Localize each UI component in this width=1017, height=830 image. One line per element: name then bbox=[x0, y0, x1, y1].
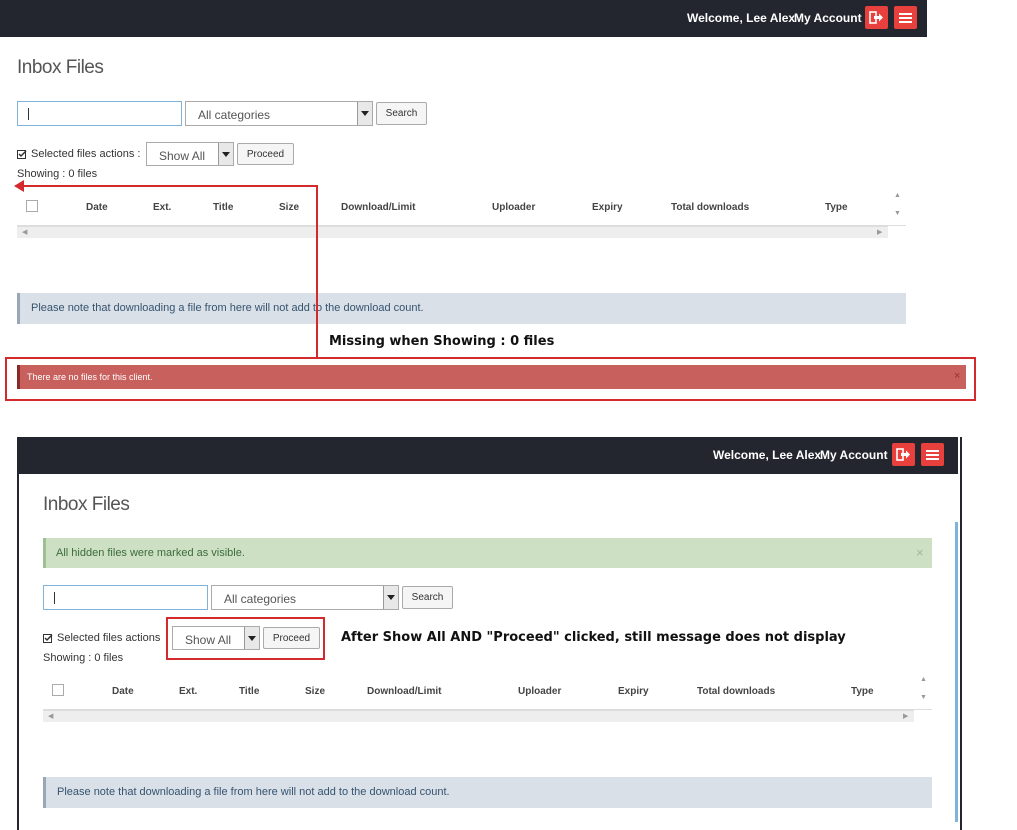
category-select[interactable]: All categories bbox=[211, 585, 399, 610]
annotation-after: After Show All AND "Proceed" clicked, st… bbox=[341, 630, 846, 645]
col-header[interactable]: Expiry bbox=[592, 202, 623, 213]
sign-out-icon bbox=[869, 11, 883, 24]
col-header[interactable]: Expiry bbox=[618, 686, 649, 697]
search-button[interactable]: Search bbox=[402, 586, 453, 609]
search-input[interactable] bbox=[43, 585, 208, 610]
showing-count: Showing : 0 files bbox=[17, 168, 98, 180]
download-note: Please note that downloading a file from… bbox=[17, 293, 906, 324]
scroll-down-icon[interactable]: ▼ bbox=[920, 694, 927, 701]
annotation-box-actions bbox=[166, 617, 325, 660]
select-all-checkbox[interactable] bbox=[26, 200, 38, 212]
scroll-right-icon[interactable]: ▶ bbox=[903, 712, 908, 720]
check-square-icon bbox=[43, 634, 53, 643]
sign-out-icon bbox=[896, 448, 910, 461]
annotation-missing: Missing when Showing : 0 files bbox=[329, 334, 555, 349]
col-header[interactable]: Title bbox=[239, 686, 259, 697]
horizontal-scrollbar[interactable]: ◀ ▶ bbox=[17, 226, 888, 238]
hamburger-menu-icon bbox=[926, 450, 939, 460]
col-header[interactable]: Download/Limit bbox=[367, 686, 441, 697]
col-header[interactable]: Uploader bbox=[492, 202, 535, 213]
col-header[interactable]: Ext. bbox=[179, 686, 197, 697]
scroll-right-icon[interactable]: ▶ bbox=[877, 228, 882, 236]
no-files-alert: There are no files for this client. × bbox=[17, 365, 966, 389]
col-header[interactable]: Title bbox=[213, 202, 233, 213]
col-header[interactable]: Size bbox=[279, 202, 299, 213]
col-header[interactable]: Date bbox=[86, 202, 108, 213]
col-header[interactable]: Ext. bbox=[153, 202, 171, 213]
welcome-text: Welcome, Lee Alex bbox=[687, 11, 796, 25]
download-note: Please note that downloading a file from… bbox=[43, 777, 932, 808]
scroll-left-icon[interactable]: ◀ bbox=[22, 228, 27, 236]
proceed-button[interactable]: Proceed bbox=[237, 143, 294, 165]
col-header[interactable]: Uploader bbox=[518, 686, 561, 697]
selected-actions-label: Selected files actions : bbox=[31, 148, 141, 160]
logout-button[interactable] bbox=[865, 6, 888, 29]
col-header[interactable]: Total downloads bbox=[697, 686, 775, 697]
annotation-arrow-line bbox=[18, 185, 318, 187]
showing-count: Showing : 0 files bbox=[43, 652, 124, 664]
top-header-bar: Welcome, Lee Alex My Account bbox=[0, 0, 927, 37]
bottom-header-bar: Welcome, Lee Alex My Account bbox=[17, 437, 958, 474]
close-icon[interactable]: × bbox=[954, 370, 960, 382]
files-table-header: Date Ext. Title Size Download/Limit Uplo… bbox=[43, 674, 932, 710]
chevron-down-icon bbox=[218, 143, 233, 165]
col-header[interactable]: Date bbox=[112, 686, 134, 697]
category-select[interactable]: All categories bbox=[185, 101, 373, 126]
selected-actions-label: Selected files actions bbox=[57, 632, 161, 644]
annotation-arrowhead bbox=[14, 180, 24, 192]
welcome-text: Welcome, Lee Alex bbox=[713, 448, 822, 462]
menu-button[interactable] bbox=[921, 443, 944, 466]
files-table-header: Date Ext. Title Size Download/Limit Uplo… bbox=[17, 190, 906, 226]
col-header[interactable]: Type bbox=[851, 686, 874, 697]
select-all-checkbox[interactable] bbox=[52, 684, 64, 696]
col-header[interactable]: Total downloads bbox=[671, 202, 749, 213]
menu-button[interactable] bbox=[894, 6, 917, 29]
check-square-icon bbox=[17, 150, 27, 159]
page-title: Inbox Files bbox=[17, 57, 104, 78]
logout-button[interactable] bbox=[892, 443, 915, 466]
horizontal-scrollbar[interactable]: ◀ ▶ bbox=[43, 710, 914, 722]
scroll-down-icon[interactable]: ▼ bbox=[894, 210, 901, 217]
col-header[interactable]: Download/Limit bbox=[341, 202, 415, 213]
bottom-scrollbar[interactable] bbox=[955, 522, 958, 822]
col-header[interactable]: Type bbox=[825, 202, 848, 213]
visible-success-alert: All hidden files were marked as visible.… bbox=[43, 538, 932, 568]
annotation-connector bbox=[316, 185, 318, 358]
scroll-up-icon[interactable]: ▲ bbox=[894, 192, 901, 199]
search-input[interactable] bbox=[17, 101, 182, 126]
scroll-left-icon[interactable]: ◀ bbox=[48, 712, 53, 720]
action-select[interactable]: Show All bbox=[146, 142, 234, 166]
chevron-down-icon bbox=[357, 102, 372, 125]
col-header[interactable]: Size bbox=[305, 686, 325, 697]
scroll-up-icon[interactable]: ▲ bbox=[920, 676, 927, 683]
my-account-link[interactable]: My Account bbox=[820, 448, 888, 462]
close-icon[interactable]: × bbox=[916, 545, 924, 560]
search-button[interactable]: Search bbox=[376, 102, 427, 125]
page-title: Inbox Files bbox=[43, 494, 130, 515]
chevron-down-icon bbox=[383, 586, 398, 609]
my-account-link[interactable]: My Account bbox=[794, 11, 862, 25]
hamburger-menu-icon bbox=[899, 13, 912, 23]
